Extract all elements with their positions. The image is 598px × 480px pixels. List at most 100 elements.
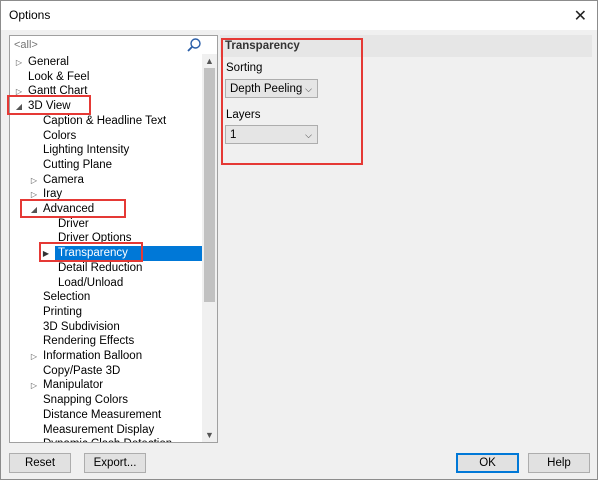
scroll-down-arrow-icon[interactable]: ▼ — [202, 428, 217, 442]
sorting-value: Depth Peeling — [230, 83, 303, 95]
layers-dropdown[interactable]: 1 ⌵ — [225, 125, 318, 144]
tree-item[interactable]: Colors — [10, 129, 202, 144]
tree-item[interactable]: Printing — [10, 305, 202, 320]
tree-item[interactable]: Copy/Paste 3D — [10, 364, 202, 379]
tree-panel: ▷GeneralLook & Feel▷Gantt Chart◢3D ViewC… — [9, 35, 218, 443]
expand-arrow-icon[interactable]: ▷ — [29, 187, 39, 202]
tree-item[interactable]: ▷ General — [10, 55, 202, 70]
reset-button[interactable]: Reset — [9, 453, 71, 473]
section-title: Transparency — [225, 40, 300, 52]
tree-item[interactable]: ▷ Gantt Chart — [10, 84, 202, 99]
search-input[interactable] — [12, 37, 184, 52]
expand-arrow-icon[interactable]: ▷ — [14, 84, 24, 99]
tree-item-label: Distance Measurement — [43, 408, 162, 421]
tree-item-label: Transparency — [58, 247, 128, 260]
tree-item[interactable]: ▷ Information Balloon — [10, 349, 202, 364]
scroll-up-arrow-icon[interactable]: ▲ — [202, 54, 217, 68]
close-icon[interactable]: ✕ — [574, 6, 587, 26]
search-icon[interactable] — [186, 37, 202, 53]
expand-arrow-icon[interactable]: ▷ — [29, 349, 39, 364]
tree-item-label: 3D Subdivision — [43, 320, 120, 333]
tree-item[interactable]: Cutting Plane — [10, 158, 202, 173]
tree-item-label: Driver — [58, 217, 89, 230]
tree-item[interactable]: Driver Options — [10, 231, 202, 246]
expand-arrow-icon[interactable]: ▶ — [41, 246, 51, 261]
tree-item-label: Dynamic Clash Detection — [43, 437, 172, 442]
expand-arrow-icon[interactable]: ▷ — [14, 55, 24, 70]
tree-item[interactable]: ▶ Transparency — [43, 246, 202, 262]
tree-item-label: Information Balloon — [43, 350, 143, 362]
tree-item[interactable]: ◢ 3D View — [10, 99, 202, 114]
tree-item[interactable]: ◢ Advanced — [10, 202, 202, 217]
tree-item-label: Load/Unload — [58, 276, 124, 289]
tree-item-label: Driver Options — [58, 232, 132, 245]
settings-panel: Transparency Sorting Depth Peeling ⌵ Lay… — [220, 35, 592, 441]
chevron-down-icon: ⌵ — [305, 84, 312, 94]
tree-item[interactable]: Dynamic Clash Detection — [10, 437, 202, 442]
layers-label: Layers — [226, 109, 261, 121]
tree-item-label: Lighting Intensity — [43, 144, 130, 157]
expand-arrow-icon[interactable]: ◢ — [29, 202, 39, 217]
tree-item[interactable]: Lighting Intensity — [10, 143, 202, 158]
tree-item-label: Look & Feel — [28, 70, 90, 83]
tree-item-label: Gantt Chart — [28, 85, 88, 98]
tree-item[interactable]: Caption & Headline Text — [10, 114, 202, 129]
tree-item[interactable]: Look & Feel — [10, 70, 202, 85]
tree-item[interactable]: Snapping Colors — [10, 393, 202, 408]
tree-item[interactable]: ▷ Manipulator — [10, 378, 202, 393]
tree-item[interactable]: Load/Unload — [10, 276, 202, 291]
tree-item-label: Printing — [43, 305, 82, 318]
tree-item-label: Camera — [43, 173, 84, 186]
tree-item[interactable]: Rendering Effects — [10, 334, 202, 349]
tree-item-label: Iray — [43, 188, 63, 201]
export-button[interactable]: Export... — [84, 453, 146, 473]
tree-item[interactable]: 3D Subdivision — [10, 320, 202, 335]
tree-item-label: Colors — [43, 129, 77, 142]
expand-arrow-icon[interactable]: ▷ — [29, 378, 39, 393]
tree-item-label: Measurement Display — [43, 423, 155, 436]
expand-arrow-icon[interactable]: ◢ — [14, 99, 24, 114]
chevron-down-icon: ⌵ — [305, 130, 312, 140]
layers-value: 1 — [230, 129, 237, 141]
tree-item[interactable]: Measurement Display — [10, 423, 202, 438]
tree-item-label: Snapping Colors — [43, 394, 129, 407]
tree-item-label: Detail Reduction — [58, 261, 143, 274]
window-title: Options — [9, 8, 51, 22]
tree-item-label: Copy/Paste 3D — [43, 364, 121, 377]
tree-item[interactable]: ▷ Iray — [10, 187, 202, 202]
tree-item-label: Selection — [43, 291, 91, 304]
tree-item-label: Manipulator — [43, 379, 104, 392]
tree-item[interactable]: ▷ Camera — [10, 173, 202, 188]
section-header: Transparency — [220, 35, 592, 57]
tree-item[interactable]: Selection — [10, 290, 202, 305]
tree-item[interactable]: Driver — [10, 217, 202, 232]
options-dialog: Options ✕ ▷ General Look & Feel ▷ Gantt Char… — [0, 0, 598, 480]
tree-item-label: Cutting Plane — [43, 158, 113, 171]
title-bar: Options ✕ — [1, 1, 597, 30]
scroll-thumb[interactable] — [204, 68, 215, 302]
expand-arrow-icon[interactable]: ▷ — [29, 173, 39, 188]
ok-button[interactable]: OK — [456, 453, 519, 473]
tree-scrollbar[interactable]: ▲ ▼ — [202, 54, 217, 442]
search-row — [10, 36, 217, 54]
tree-item-label: Rendering Effects — [43, 335, 135, 348]
tree-item[interactable]: Distance Measurement — [10, 408, 202, 423]
tree-item-label: Caption & Headline Text — [43, 114, 167, 127]
tree-item[interactable]: Detail Reduction — [10, 261, 202, 276]
tree-item-label: 3D View — [28, 100, 71, 113]
help-button[interactable]: Help — [528, 453, 590, 473]
sorting-dropdown[interactable]: Depth Peeling ⌵ — [225, 79, 318, 98]
